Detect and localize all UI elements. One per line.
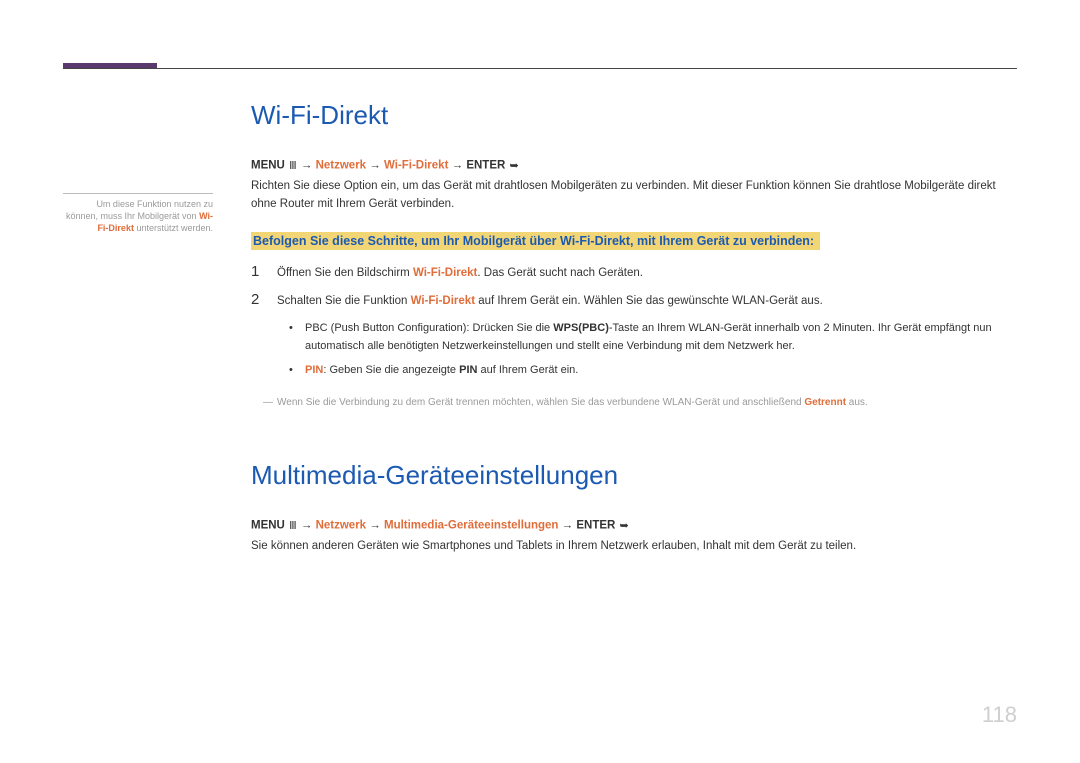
section2-title: Multimedia-Geräteeinstellungen	[251, 460, 1017, 491]
sidebar-note-pre: Um diese Funktion nutzen zu können, muss…	[66, 199, 213, 221]
enter-icon: ➥	[509, 159, 520, 172]
bc-arrow: →	[562, 520, 574, 532]
step-2-pre: Schalten Sie die Funktion	[277, 295, 411, 307]
step-2-bullets: • PBC (Push Button Configuration): Drück…	[289, 320, 1017, 379]
bc-network: Netzwerk	[316, 520, 367, 532]
bullet-pin: • PIN: Geben Sie die angezeigte PIN auf …	[289, 362, 1017, 380]
highlight-instruction: Befolgen Sie diese Schritte, um Ihr Mobi…	[251, 232, 820, 250]
bc-arrow: →	[301, 520, 313, 532]
bc-arrow: →	[369, 160, 381, 172]
step-2-post: auf Ihrem Gerät ein. Wählen Sie das gewü…	[475, 295, 823, 307]
bc-menu: MENU	[251, 160, 285, 172]
b2-hl: PIN	[305, 364, 323, 376]
note-hl: Getrennt	[804, 397, 846, 408]
bullet-pbc: • PBC (Push Button Configuration): Drück…	[289, 320, 1017, 355]
breadcrumb-2: MENU Ⅲ → Netzwerk → Multimedia-Geräteein…	[251, 519, 1017, 532]
bullet-pin-text: PIN: Geben Sie die angezeigte PIN auf Ih…	[305, 362, 578, 380]
bc-arrow: →	[452, 160, 464, 172]
step-2-body: Schalten Sie die Funktion Wi-Fi-Direkt a…	[277, 292, 1017, 385]
b2-post: auf Ihrem Gerät ein.	[477, 364, 578, 376]
step-2: 2 Schalten Sie die Funktion Wi-Fi-Direkt…	[251, 292, 1017, 385]
main-content: Wi-Fi-Direkt MENU Ⅲ → Netzwerk → Wi-Fi-D…	[251, 100, 1017, 574]
bc-arrow: →	[369, 520, 381, 532]
bc-menu: MENU	[251, 520, 285, 532]
bc-item: Multimedia-Geräteeinstellungen	[384, 520, 558, 532]
bc-arrow: →	[301, 160, 313, 172]
b2-strong: PIN	[459, 364, 477, 376]
b1-pre: PBC (Push Button Configuration): Drücken…	[305, 322, 553, 334]
step-1-pre: Öffnen Sie den Bildschirm	[277, 267, 413, 279]
step-1-number: 1	[251, 264, 263, 282]
section-2: Multimedia-Geräteeinstellungen MENU Ⅲ → …	[251, 460, 1017, 556]
step-1-hl: Wi-Fi-Direkt	[413, 267, 477, 279]
disconnect-note: Wenn Sie die Verbindung zu dem Gerät tre…	[277, 395, 1017, 410]
top-rule	[63, 68, 1017, 69]
breadcrumb-1: MENU Ⅲ → Netzwerk → Wi-Fi-Direkt → ENTER…	[251, 159, 1017, 172]
step-2-hl: Wi-Fi-Direkt	[411, 295, 475, 307]
note-pre: Wenn Sie die Verbindung zu dem Gerät tre…	[277, 397, 804, 408]
b2-mid: : Geben Sie die angezeigte	[323, 364, 459, 376]
sidebar-note: Um diese Funktion nutzen zu können, muss…	[63, 193, 213, 234]
enter-icon: ➥	[619, 519, 630, 532]
b1-strong: WPS(PBC)	[553, 322, 609, 334]
bc-item: Wi-Fi-Direkt	[384, 160, 448, 172]
menu-icon: Ⅲ	[288, 519, 298, 532]
section1-title: Wi-Fi-Direkt	[251, 100, 1017, 131]
page-number: 118	[982, 702, 1017, 728]
bullet-icon: •	[289, 320, 295, 355]
step-1: 1 Öffnen Sie den Bildschirm Wi-Fi-Direkt…	[251, 264, 1017, 282]
bullet-pbc-text: PBC (Push Button Configuration): Drücken…	[305, 320, 1017, 355]
section1-description: Richten Sie diese Option ein, um das Ger…	[251, 178, 1017, 214]
bc-network: Netzwerk	[316, 160, 367, 172]
step-1-body: Öffnen Sie den Bildschirm Wi-Fi-Direkt. …	[277, 264, 1017, 282]
note-post: aus.	[846, 397, 868, 408]
step-1-post: . Das Gerät sucht nach Geräten.	[477, 267, 643, 279]
menu-icon: Ⅲ	[288, 159, 298, 172]
step-2-number: 2	[251, 292, 263, 385]
sidebar-note-post: unterstützt werden.	[134, 223, 213, 233]
bc-enter: ENTER	[466, 160, 505, 172]
bc-enter: ENTER	[576, 520, 615, 532]
bullet-icon: •	[289, 362, 295, 380]
section2-description: Sie können anderen Geräten wie Smartphon…	[251, 538, 1017, 556]
